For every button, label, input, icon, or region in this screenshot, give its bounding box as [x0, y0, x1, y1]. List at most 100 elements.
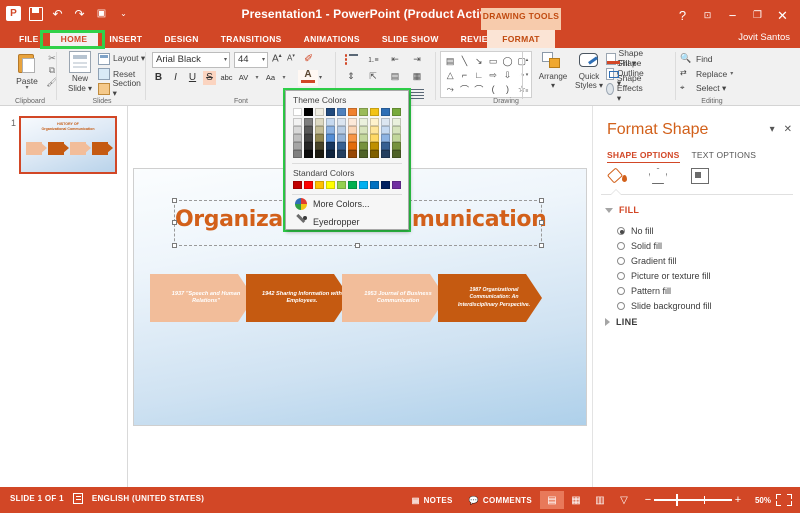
theme-color-swatch-6[interactable]	[359, 108, 368, 116]
text-direction-icon[interactable]: ⇱	[362, 68, 384, 85]
format-shape-menu-icon[interactable]: ▾	[770, 124, 775, 135]
theme-color-variant-0-9[interactable]	[392, 118, 401, 126]
theme-color-variant-1-5[interactable]	[348, 126, 357, 134]
normal-view-icon[interactable]: ▤	[539, 491, 564, 509]
theme-color-variant-3-7[interactable]	[370, 142, 379, 150]
theme-color-variant-4-5[interactable]	[348, 150, 357, 158]
theme-color-swatch-5[interactable]	[348, 108, 357, 116]
theme-color-variant-3-4[interactable]	[337, 142, 346, 150]
shapes-gallery[interactable]: ▤ ╲ ↘ ▭ ◯ ▢ △ ⌐ ∟ ⇨ ⇩ ◔ ⤳ ⌒ ⌒ () ☆ ▴ ▾ …	[440, 51, 532, 99]
fill-section-header[interactable]: FILL	[605, 205, 639, 215]
bullets-icon[interactable]	[340, 51, 362, 68]
increase-font-size-button[interactable]: A▴	[272, 52, 282, 64]
bold-button[interactable]: B	[152, 71, 165, 85]
shape-line-icon[interactable]: ╲	[457, 54, 471, 68]
theme-color-variant-0-3[interactable]	[326, 118, 335, 126]
theme-colors-base-row[interactable]	[286, 108, 408, 116]
theme-colors-variant-rows[interactable]	[286, 118, 408, 158]
theme-color-variant-4-4[interactable]	[337, 150, 346, 158]
fill-and-line-icon[interactable]	[606, 167, 629, 188]
select-button[interactable]: ⌖ Select ▾	[680, 81, 733, 96]
theme-color-variant-2-6[interactable]	[359, 134, 368, 142]
increase-indent-icon[interactable]: ⇥	[406, 51, 428, 68]
theme-color-variant-2-1[interactable]	[304, 134, 313, 142]
theme-color-variant-2-5[interactable]	[348, 134, 357, 142]
font-name-box[interactable]: Arial Black ▾	[152, 52, 230, 68]
standard-colors-row[interactable]	[286, 181, 408, 190]
quick-styles-button[interactable]: Quick Styles ▾	[572, 52, 606, 90]
theme-color-variant-1-3[interactable]	[326, 126, 335, 134]
theme-color-variant-1-0[interactable]	[293, 126, 302, 134]
theme-color-variant-4-8[interactable]	[381, 150, 390, 158]
help-button[interactable]: ?	[670, 5, 695, 26]
shape-elbow-icon[interactable]: ⌐	[457, 68, 471, 82]
shape-curve-icon[interactable]: ⌒	[472, 82, 486, 96]
find-button[interactable]: 🔍 Find	[680, 51, 733, 66]
shape-textbox-icon[interactable]: ▤	[443, 54, 457, 68]
gallery-scroll-down-icon[interactable]: ▾	[526, 72, 529, 78]
resize-handle-w[interactable]	[172, 220, 177, 225]
standard-color-swatch-1[interactable]	[304, 181, 313, 189]
shape-effects-button[interactable]: Shape Effects ▾	[606, 73, 649, 103]
standard-color-swatch-0[interactable]	[293, 181, 302, 189]
standard-color-swatch-9[interactable]	[392, 181, 401, 189]
radio-slide-background-fill[interactable]: Slide background fill	[617, 298, 712, 313]
slide-sorter-icon[interactable]: ▦	[564, 491, 588, 509]
notes-indicator-icon[interactable]	[72, 493, 83, 504]
resize-handle-sw[interactable]	[172, 243, 177, 248]
theme-color-variant-2-9[interactable]	[392, 134, 401, 142]
gallery-more-icon[interactable]: ≡	[526, 88, 529, 94]
theme-color-variant-2-3[interactable]	[326, 134, 335, 142]
resize-handle-s[interactable]	[355, 243, 360, 248]
theme-color-swatch-7[interactable]	[370, 108, 379, 116]
line-section-header[interactable]: LINE	[605, 317, 638, 327]
language-label[interactable]: ENGLISH (UNITED STATES)	[92, 494, 204, 503]
convert-to-smartart-icon[interactable]: ▦	[406, 68, 428, 85]
theme-color-variant-4-9[interactable]	[392, 150, 401, 158]
theme-color-variant-3-0[interactable]	[293, 142, 302, 150]
tab-file[interactable]: FILE	[8, 30, 50, 48]
chevron-shape-3[interactable]: 1953 Journal of Business Communication	[342, 274, 446, 322]
radio-picture-fill[interactable]: Picture or texture fill	[617, 268, 712, 283]
replace-dropdown-icon[interactable]: ▾	[730, 70, 733, 77]
standard-color-swatch-2[interactable]	[315, 181, 324, 189]
zoom-handle[interactable]	[675, 494, 679, 507]
tab-insert[interactable]: INSERT	[98, 30, 153, 48]
theme-color-variant-4-1[interactable]	[304, 150, 313, 158]
theme-color-variant-4-3[interactable]	[326, 150, 335, 158]
theme-color-variant-1-1[interactable]	[304, 126, 313, 134]
theme-color-swatch-2[interactable]	[315, 108, 324, 116]
theme-color-swatch-0[interactable]	[293, 108, 302, 116]
theme-color-variant-0-0[interactable]	[293, 118, 302, 126]
shape-right-arrow-icon[interactable]: ⇨	[486, 68, 500, 82]
zoom-out-button[interactable]: −	[642, 494, 654, 506]
theme-color-variant-1-6[interactable]	[359, 126, 368, 134]
section-button[interactable]: Section ▾	[98, 78, 146, 98]
theme-color-swatch-3[interactable]	[326, 108, 335, 116]
theme-color-variant-4-6[interactable]	[359, 150, 368, 158]
shape-down-arrow-icon[interactable]: ⇩	[500, 68, 514, 82]
standard-color-swatch-4[interactable]	[337, 181, 346, 189]
theme-color-variant-0-4[interactable]	[337, 118, 346, 126]
italic-button[interactable]: I	[169, 71, 182, 85]
restore-button[interactable]: ❐	[745, 5, 770, 26]
radio-gradient-fill[interactable]: Gradient fill	[617, 253, 712, 268]
theme-color-variant-0-5[interactable]	[348, 118, 357, 126]
theme-color-swatch-1[interactable]	[304, 108, 313, 116]
shape-triangle-icon[interactable]: △	[443, 68, 457, 82]
theme-color-variant-4-7[interactable]	[370, 150, 379, 158]
theme-color-variant-2-7[interactable]	[370, 134, 379, 142]
theme-color-variant-0-8[interactable]	[381, 118, 390, 126]
character-spacing-button[interactable]: AV	[237, 71, 250, 85]
theme-color-variant-2-0[interactable]	[293, 134, 302, 142]
theme-color-swatch-8[interactable]	[381, 108, 390, 116]
theme-color-swatch-9[interactable]	[392, 108, 401, 116]
arrange-dropdown-arrow[interactable]: ▾	[536, 81, 570, 90]
more-colors-menu-item[interactable]: More Colors...	[286, 195, 408, 213]
theme-color-variant-2-4[interactable]	[337, 134, 346, 142]
tab-home[interactable]: HOME	[49, 30, 99, 48]
line-spacing-icon[interactable]: ⇕	[340, 68, 362, 85]
change-case-button[interactable]: Aa	[264, 71, 277, 85]
theme-color-variant-0-6[interactable]	[359, 118, 368, 126]
theme-color-variant-0-2[interactable]	[315, 118, 324, 126]
